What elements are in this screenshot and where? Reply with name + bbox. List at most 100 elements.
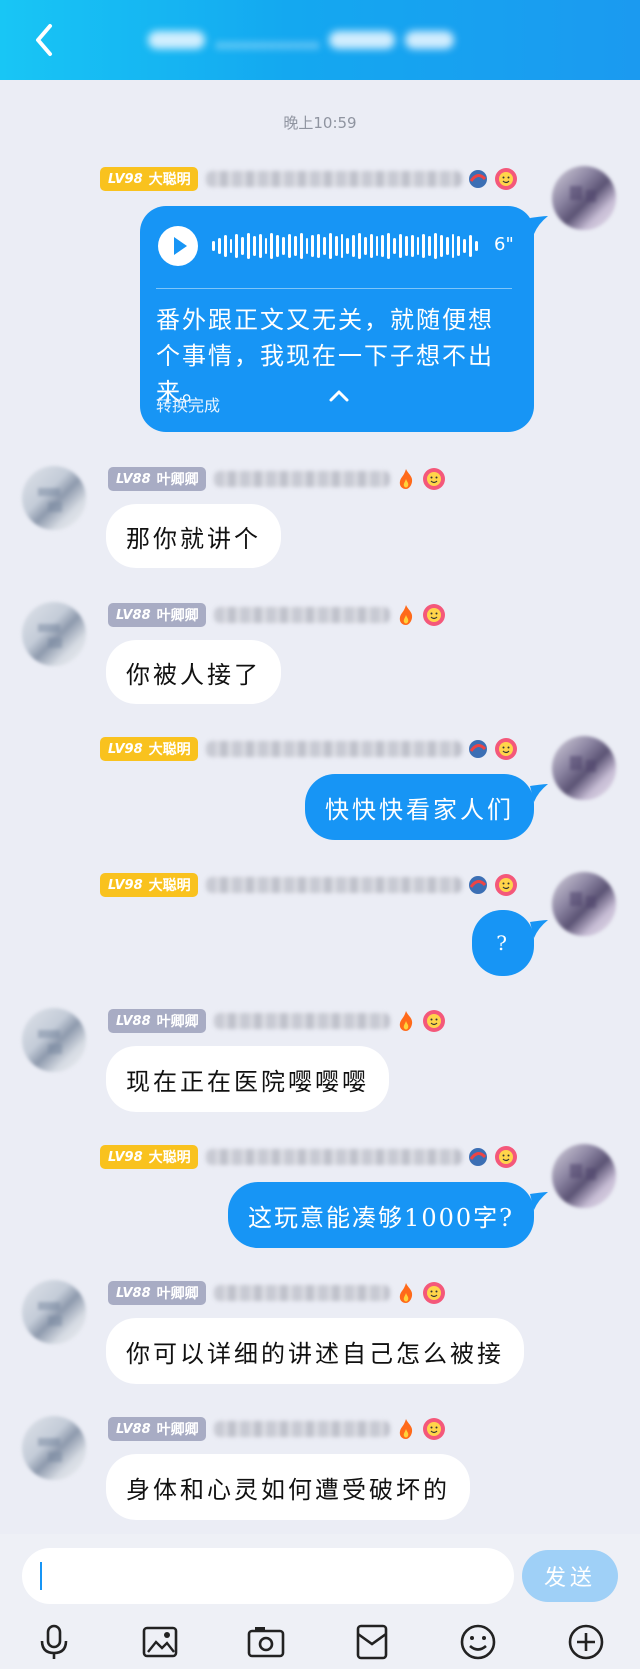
message-bubble[interactable]: 你被人接了 (106, 640, 281, 704)
message-bubble[interactable]: ? (472, 910, 534, 976)
dragon-badge-icon (468, 170, 487, 188)
message-text: 那你就讲个 (126, 524, 261, 553)
sender-name: 大聪明 (148, 742, 191, 758)
fire-icon (399, 469, 412, 489)
transcript-status: 转换完成 (156, 396, 221, 415)
voice-duration: 6" (494, 234, 514, 255)
chat-title: ………… (148, 22, 454, 58)
message-text: 身体和心灵如何遭受破坏的 (126, 1475, 450, 1504)
microphone-icon[interactable] (34, 1622, 74, 1662)
message-text: 快快快看家人们 (325, 795, 514, 824)
smiley-badge-icon (422, 1418, 445, 1440)
chevron-up-icon[interactable] (326, 386, 352, 406)
play-icon (174, 237, 187, 255)
sender-line: LV88 叶卿卿 (108, 1280, 446, 1306)
message-bubble[interactable]: 身体和心灵如何遭受破坏的 (106, 1454, 470, 1520)
sender-line: LV98 大聪明 (100, 736, 518, 762)
level-label: LV88 (116, 607, 151, 623)
blurred-title-text (213, 1285, 390, 1301)
message-timestamp: 晚上10:59 (283, 114, 357, 132)
avatar[interactable] (552, 166, 616, 230)
blurred-title-text (205, 877, 462, 893)
level-badge: LV98 大聪明 (100, 737, 198, 761)
avatar[interactable] (22, 466, 86, 530)
avatar[interactable] (552, 1144, 616, 1208)
level-badge: LV88 叶卿卿 (108, 603, 206, 627)
plus-icon[interactable] (566, 1622, 606, 1662)
avatar[interactable] (22, 1280, 86, 1344)
emoji-icon[interactable] (458, 1622, 498, 1662)
message-bubble[interactable]: 现在正在医院嘤嘤嘤 (106, 1046, 389, 1112)
message-text: 你可以详细的讲述自己怎么被接 (126, 1339, 504, 1368)
sender-name: 叶卿卿 (156, 1014, 199, 1030)
chat-header: ………… (0, 0, 640, 80)
sender-line: LV88 叶卿卿 (108, 466, 446, 492)
camera-icon[interactable] (246, 1622, 286, 1662)
red-packet-icon[interactable] (352, 1622, 392, 1662)
message-bubble[interactable]: 这玩意能凑够1000字? (228, 1182, 534, 1248)
sender-name: 叶卿卿 (156, 608, 199, 624)
message-bubble[interactable]: 那你就讲个 (106, 504, 281, 568)
bubble-tail (530, 1192, 548, 1210)
smiley-badge-icon (494, 738, 517, 760)
sender-line: LV88 叶卿卿 (108, 1416, 446, 1442)
message-bubble[interactable]: 你可以详细的讲述自己怎么被接 (106, 1318, 524, 1384)
sender-name: 叶卿卿 (156, 1422, 199, 1438)
level-badge: LV88 叶卿卿 (108, 1417, 206, 1441)
avatar[interactable] (22, 1416, 86, 1480)
bubble-tail (530, 784, 548, 802)
level-badge: LV98 大聪明 (100, 873, 198, 897)
avatar[interactable] (552, 736, 616, 800)
blurred-title-text (213, 1421, 390, 1437)
sender-line: LV98 大聪明 (100, 1144, 518, 1170)
level-label: LV88 (116, 1285, 151, 1301)
message-text: ? (496, 931, 510, 955)
smiley-badge-icon (494, 1146, 517, 1168)
message-text: 这玩意能凑够1000字? (248, 1203, 514, 1232)
bubble-tail (530, 920, 548, 938)
bubble-tail (530, 216, 548, 234)
message-text: 现在正在医院嘤嘤嘤 (126, 1067, 369, 1096)
avatar[interactable] (22, 1008, 86, 1072)
level-badge: LV88 叶卿卿 (108, 467, 206, 491)
text-caret (40, 1562, 42, 1590)
fire-icon (399, 1419, 412, 1439)
message-input[interactable] (22, 1548, 514, 1604)
dragon-badge-icon (468, 1148, 487, 1166)
composer: 发送 (0, 1534, 640, 1669)
sender-line: LV88 叶卿卿 (108, 1008, 446, 1034)
level-badge: LV88 叶卿卿 (108, 1009, 206, 1033)
fire-icon (399, 1011, 412, 1031)
level-label: LV98 (108, 1149, 143, 1165)
blurred-title-text (205, 1149, 462, 1165)
sender-name: 叶卿卿 (156, 1286, 199, 1302)
blurred-title-text (213, 471, 390, 487)
level-label: LV88 (116, 1013, 151, 1029)
play-button[interactable] (158, 226, 198, 266)
dragon-badge-icon (468, 876, 487, 894)
level-label: LV98 (108, 877, 143, 893)
blurred-title-text (205, 171, 462, 187)
fire-icon (399, 605, 412, 625)
sender-name: 大聪明 (148, 172, 191, 188)
message-bubble[interactable]: 快快快看家人们 (305, 774, 534, 840)
smiley-badge-icon (494, 874, 517, 896)
avatar[interactable] (552, 872, 616, 936)
blurred-title-text (213, 607, 390, 623)
back-arrow-icon[interactable] (28, 20, 62, 60)
photo-icon[interactable] (140, 1622, 180, 1662)
sender-line: LV98 大聪明 (100, 872, 518, 898)
sender-line: LV98 大聪明 (100, 166, 518, 192)
divider (156, 288, 512, 289)
smiley-badge-icon (422, 604, 445, 626)
level-label: LV98 (108, 171, 143, 187)
blurred-title-text (205, 741, 462, 757)
smiley-badge-icon (422, 1010, 445, 1032)
sender-line: LV88 叶卿卿 (108, 602, 446, 628)
chat-title-text: ………… (215, 25, 320, 55)
level-badge: LV98 大聪明 (100, 1145, 198, 1169)
level-label: LV88 (116, 1421, 151, 1437)
send-button[interactable]: 发送 (522, 1550, 618, 1602)
avatar[interactable] (22, 602, 86, 666)
voice-message-bubble[interactable]: 6" 番外跟正文又无关，就随便想个事情，我现在一下子想不出来。 转换完成 (140, 206, 534, 432)
